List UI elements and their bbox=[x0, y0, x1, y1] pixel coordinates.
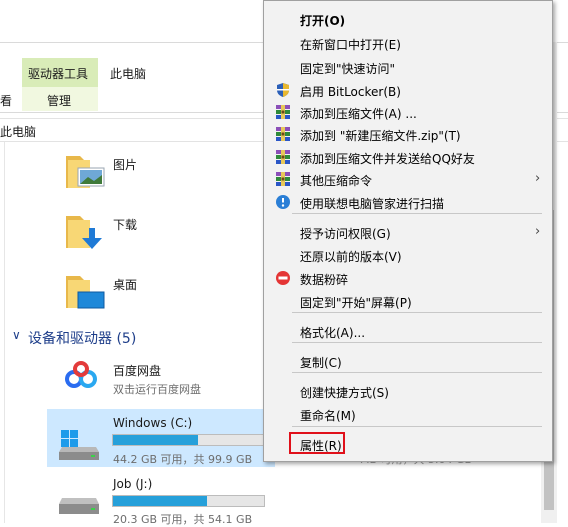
menu-item-7[interactable]: 其他压缩命令 › bbox=[264, 168, 552, 190]
menu-item-label: 添加到 "新建压缩文件.zip"(T) bbox=[300, 129, 461, 143]
windows-drive-icon bbox=[57, 428, 103, 464]
menu-item-2[interactable]: 固定到"快速访问" bbox=[264, 56, 552, 78]
view-tab-fragment[interactable]: 看 bbox=[0, 92, 12, 109]
folder-name-downloads[interactable]: 下载 bbox=[113, 216, 137, 233]
menu-item-label: 启用 BitLocker(B) bbox=[300, 85, 401, 99]
address-text: 此电脑 bbox=[0, 125, 37, 139]
menu-item-6[interactable]: 添加到压缩文件并发送给QQ好友 bbox=[264, 146, 552, 168]
window-title: 此电脑 bbox=[110, 67, 147, 81]
drive-c-space: 44.2 GB 可用，共 99.9 GB bbox=[113, 453, 253, 466]
drive-c-usage-bar bbox=[112, 434, 265, 446]
menu-item-label: 添加到压缩文件(A) ... bbox=[300, 107, 417, 121]
properties-highlight-box bbox=[289, 432, 345, 454]
menu-item-label: 复制(C) bbox=[300, 356, 342, 370]
context-menu: 打开(O) 在新窗口中打开(E) 固定到"快速访问" 启用 BitLocker(B) 添… bbox=[263, 0, 553, 462]
menu-item-13[interactable]: 格式化(A)... bbox=[264, 320, 552, 342]
separator-after-copy bbox=[292, 372, 542, 373]
menu-item-label: 授予访问权限(G) bbox=[300, 227, 391, 241]
menu-item-10[interactable]: 还原以前的版本(V) bbox=[264, 244, 552, 266]
baidu-netdisk-icon[interactable] bbox=[64, 359, 98, 393]
menu-item-12[interactable]: 固定到"开始"屏幕(P) bbox=[264, 290, 552, 312]
menu-item-label: 固定到"开始"屏幕(P) bbox=[300, 296, 412, 310]
menu-item-14[interactable]: 复制(C) bbox=[264, 350, 552, 372]
menu-item-label: 使用联想电脑管家进行扫描 bbox=[300, 197, 445, 211]
menu-item-label: 还原以前的版本(V) bbox=[300, 250, 402, 264]
submenu-arrow-icon: › bbox=[535, 224, 541, 239]
drive-j-name[interactable]: Job (J:) bbox=[113, 477, 152, 491]
submenu-arrow-icon: › bbox=[535, 171, 541, 186]
drive-c-name: Windows (C:) bbox=[113, 416, 193, 430]
menu-item-4[interactable]: 添加到压缩文件(A) ... bbox=[264, 101, 552, 123]
shred-icon bbox=[275, 270, 291, 286]
drive-tools-label: 驱动器工具 bbox=[28, 67, 89, 81]
section-collapse-chevron-icon[interactable]: ∨ bbox=[12, 328, 21, 342]
downloads-folder-icon[interactable] bbox=[64, 210, 106, 252]
menu-item-label: 格式化(A)... bbox=[300, 326, 366, 340]
folder-name-pictures[interactable]: 图片 bbox=[113, 156, 137, 173]
separator-after-pin-start bbox=[292, 312, 542, 313]
separator-after-rename bbox=[292, 426, 542, 427]
menu-item-label: 添加到压缩文件并发送给QQ好友 bbox=[300, 152, 475, 166]
menu-item-label: 其他压缩命令 bbox=[300, 174, 373, 188]
menu-item-label: 创建快捷方式(S) bbox=[300, 386, 389, 400]
drive-j-usage-bar bbox=[112, 495, 265, 507]
manage-tab[interactable]: 管理 bbox=[47, 92, 71, 109]
menu-item-15[interactable]: 创建快捷方式(S) bbox=[264, 380, 552, 402]
menu-item-16[interactable]: 重命名(M) bbox=[264, 403, 552, 425]
menu-item-11[interactable]: 数据粉碎 bbox=[264, 267, 552, 289]
devices-section-title[interactable]: 设备和驱动器 (5) bbox=[28, 328, 136, 348]
menu-item-label: 打开(O) bbox=[300, 14, 346, 28]
shield-icon bbox=[275, 82, 291, 98]
menu-item-1[interactable]: 在新窗口中打开(E) bbox=[264, 32, 552, 54]
menu-item-5[interactable]: 添加到 "新建压缩文件.zip"(T) bbox=[264, 123, 552, 145]
winrar-icon bbox=[275, 171, 291, 187]
menu-item-9[interactable]: 授予访问权限(G) › bbox=[264, 221, 552, 243]
folder-name-desktop[interactable]: 桌面 bbox=[113, 276, 137, 293]
menu-item-label: 固定到"快速访问" bbox=[300, 62, 396, 76]
separator-after-scan bbox=[292, 213, 542, 214]
winrar-icon bbox=[275, 104, 291, 120]
menu-item-0[interactable]: 打开(O) bbox=[264, 8, 552, 30]
drive-j-usage-fill bbox=[113, 496, 207, 506]
menu-item-label: 数据粉碎 bbox=[300, 273, 349, 287]
drive-c-usage-fill bbox=[113, 435, 198, 445]
winrar-icon bbox=[275, 149, 291, 165]
baidu-netdisk-name[interactable]: 百度网盘 bbox=[113, 362, 161, 379]
drive-j-icon bbox=[57, 490, 103, 520]
separator-after-format bbox=[292, 342, 542, 343]
winrar-icon bbox=[275, 126, 291, 142]
menu-item-label: 重命名(M) bbox=[300, 409, 356, 423]
nav-pane-divider bbox=[4, 142, 5, 523]
lenovo-scan-icon bbox=[275, 194, 291, 210]
menu-item-3[interactable]: 启用 BitLocker(B) bbox=[264, 79, 552, 101]
baidu-netdisk-subtitle: 双击运行百度网盘 bbox=[113, 383, 201, 396]
pictures-folder-icon[interactable] bbox=[64, 150, 106, 192]
menu-item-8[interactable]: 使用联想电脑管家进行扫描 bbox=[264, 191, 552, 213]
menu-item-label: 在新窗口中打开(E) bbox=[300, 38, 401, 52]
desktop-folder-icon[interactable] bbox=[64, 270, 106, 312]
drive-j-space: 20.3 GB 可用，共 54.1 GB bbox=[113, 513, 253, 526]
